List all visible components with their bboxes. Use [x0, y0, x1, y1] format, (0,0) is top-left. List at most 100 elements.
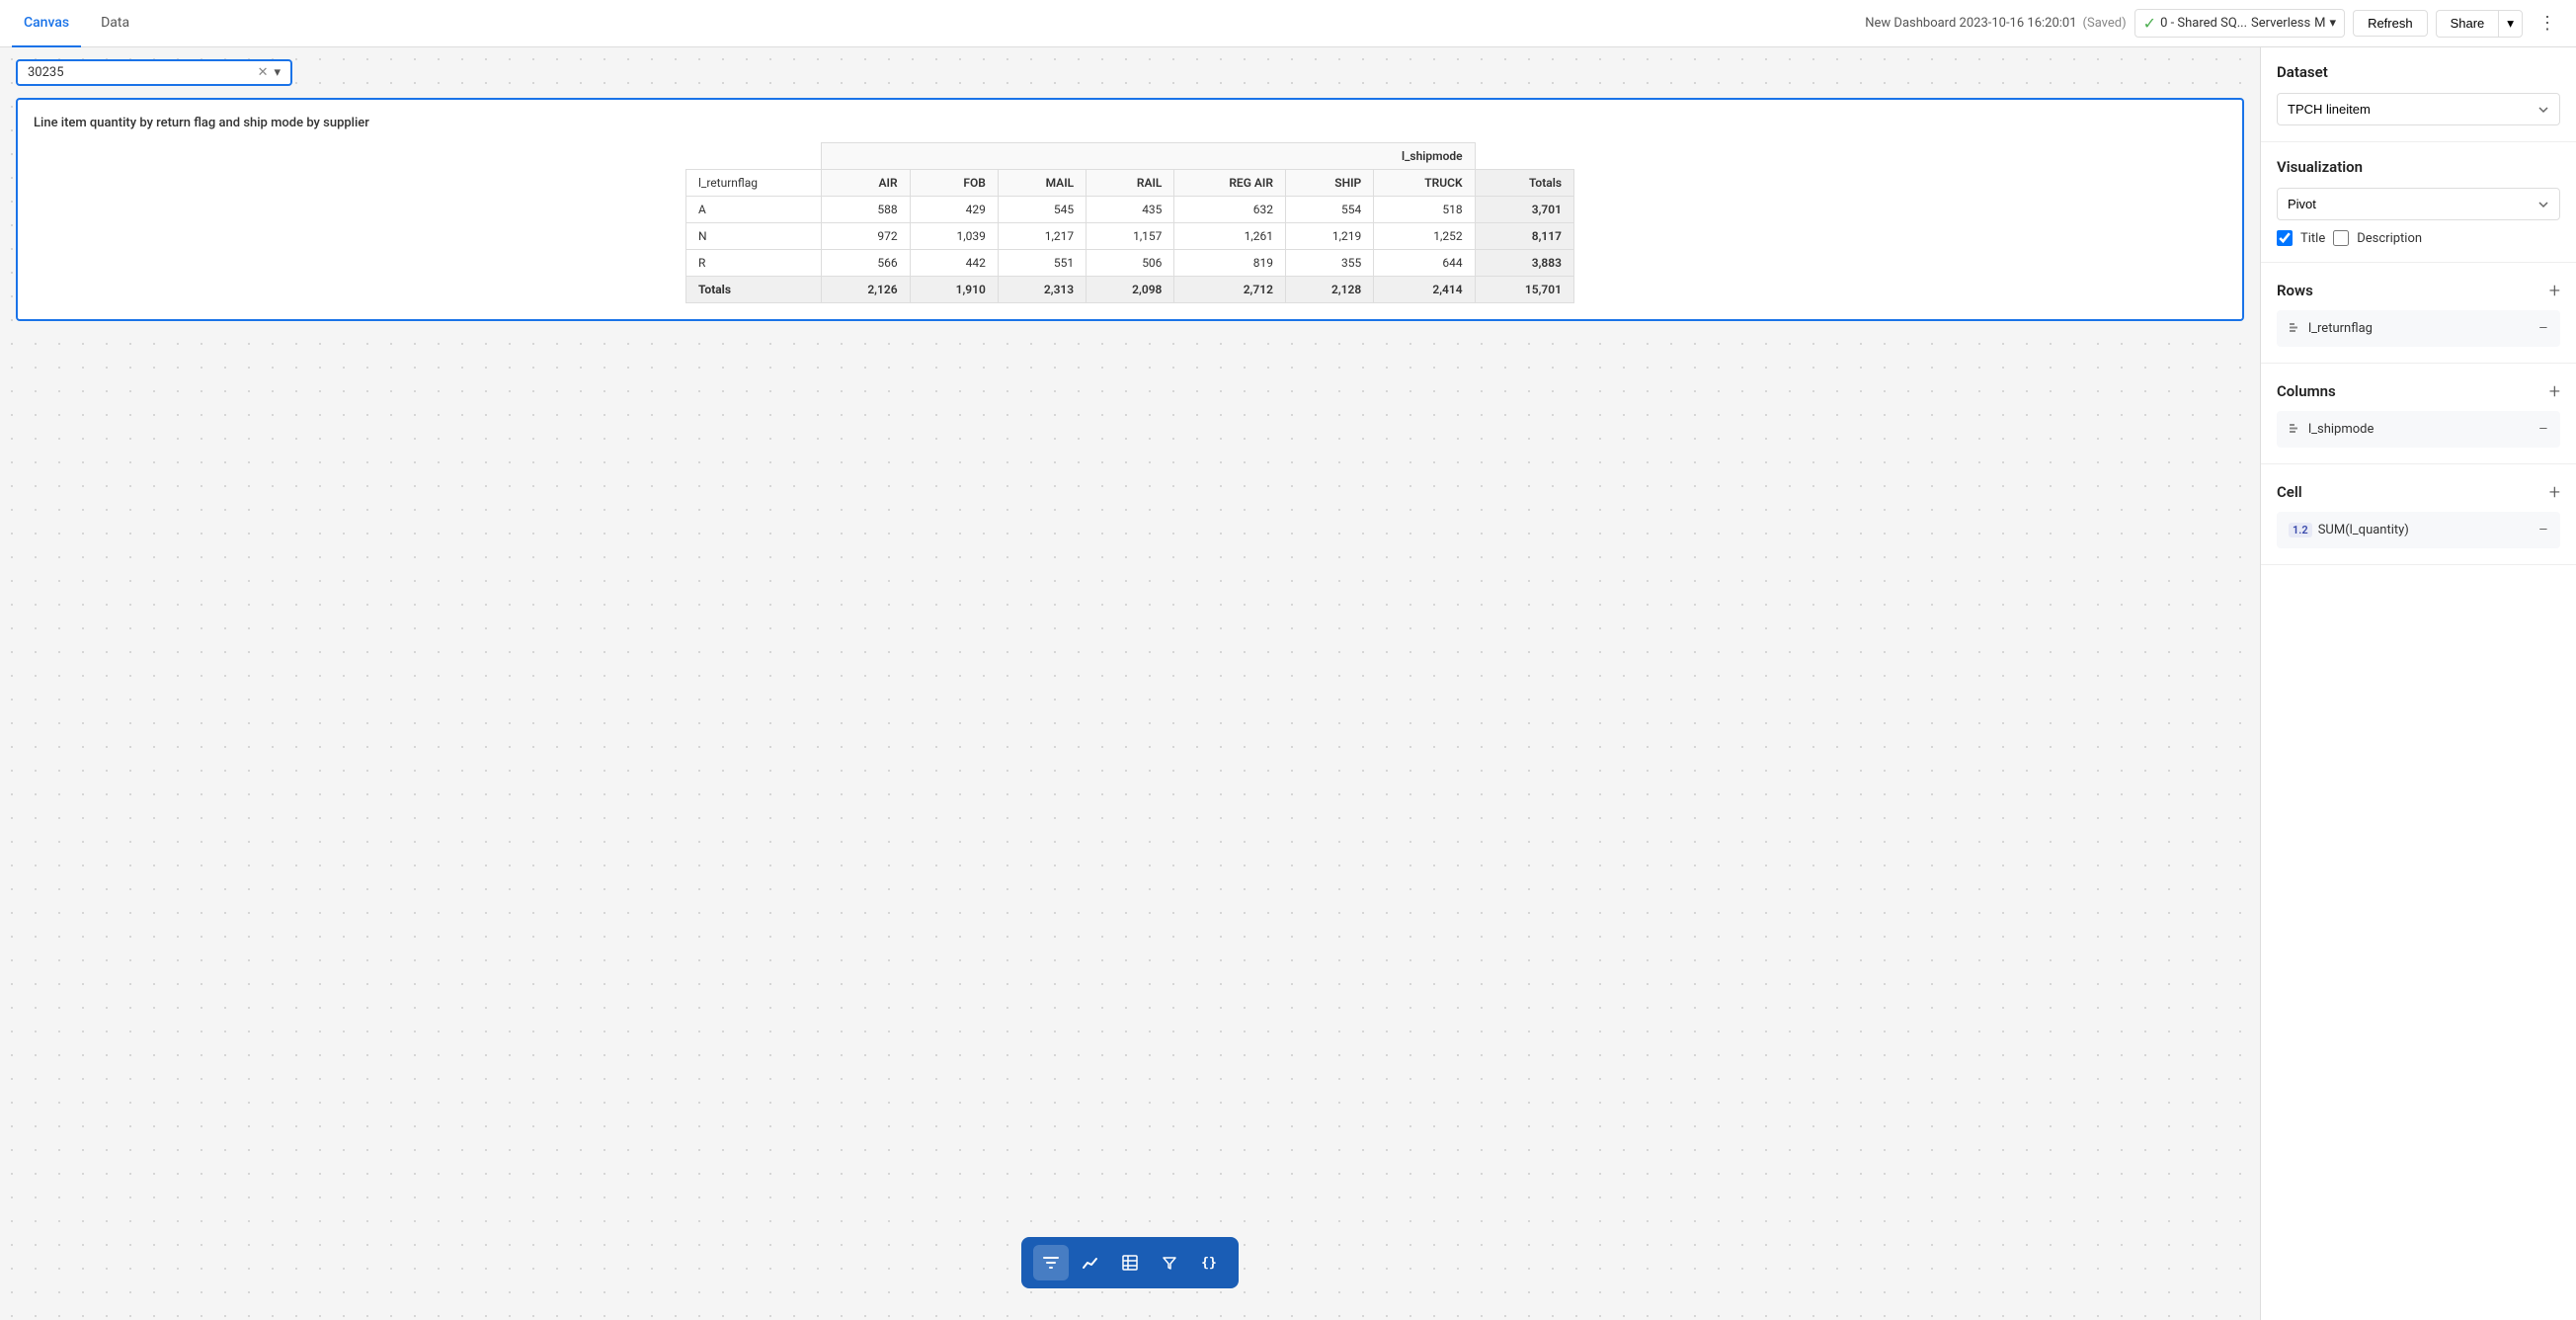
columns-item-label: l_shipmode — [2308, 422, 2374, 437]
description-checkbox[interactable] — [2333, 230, 2349, 246]
title-checkbox[interactable] — [2277, 230, 2293, 246]
cell-item-left: 1.2 SUM(l_quantity) — [2289, 523, 2409, 537]
totals-row-label: Totals — [686, 277, 822, 303]
col-regair-header: REG AIR — [1174, 170, 1286, 197]
filter-tag[interactable]: 30235 ✕ ▾ — [16, 59, 292, 86]
chart-title: Line item quantity by return flag and sh… — [34, 116, 2226, 130]
totals-regair: 2,712 — [1174, 277, 1286, 303]
columns-section: Columns + l_shipmode − — [2261, 364, 2576, 464]
toolbar-filter-btn[interactable] — [1033, 1245, 1069, 1280]
top-nav: Canvas Data New Dashboard 2023-10-16 16:… — [0, 0, 2576, 47]
col-group-header: l_shipmode — [822, 143, 1475, 170]
description-label: Description — [2357, 231, 2422, 246]
cell-section: Cell + 1.2 SUM(l_quantity) − — [2261, 464, 2576, 565]
dashboard-title: New Dashboard 2023-10-16 16:20:01 — [1865, 16, 2076, 31]
share-button[interactable]: Share — [2436, 10, 2499, 38]
columns-item-remove-button[interactable]: − — [2538, 419, 2548, 440]
dataset-label: Dataset — [2277, 63, 2560, 81]
columns-item: l_shipmode − — [2277, 411, 2560, 448]
col-totals-header: Totals — [1475, 170, 1573, 197]
rows-item: l_returnflag − — [2277, 310, 2560, 347]
filter-caret-icon[interactable]: ▾ — [274, 65, 281, 80]
col-air-header: AIR — [822, 170, 910, 197]
col-fob-header: FOB — [910, 170, 998, 197]
rows-label: Rows — [2277, 282, 2313, 299]
columns-item-left: l_shipmode — [2289, 421, 2374, 439]
bottom-toolbar: {} — [1021, 1237, 1239, 1288]
toolbar-chart-btn[interactable] — [1073, 1245, 1108, 1280]
table-row: A 588 429 545 435 632 554 518 3,701 — [686, 197, 1574, 223]
cell-rail: 1,157 — [1087, 223, 1174, 250]
cell-regair: 819 — [1174, 250, 1286, 277]
cell-ship: 554 — [1285, 197, 1373, 223]
toolbar-table-btn[interactable] — [1112, 1245, 1148, 1280]
filter-bar: 30235 ✕ ▾ — [0, 47, 2260, 94]
cell-rail: 506 — [1087, 250, 1174, 277]
rows-item-icon — [2289, 320, 2302, 338]
refresh-button[interactable]: Refresh — [2353, 10, 2428, 37]
cell-label: Cell — [2277, 483, 2302, 501]
totals-row: Totals 2,126 1,910 2,313 2,098 2,712 2,1… — [686, 277, 1574, 303]
cell-air: 566 — [822, 250, 910, 277]
cell-mail: 545 — [998, 197, 1086, 223]
dataset-select[interactable]: TPCH lineitem — [2277, 93, 2560, 125]
visualization-label: Visualization — [2277, 158, 2560, 176]
columns-add-button[interactable]: + — [2549, 379, 2560, 403]
rows-header: Rows + — [2277, 279, 2560, 302]
toolbar-filter2-btn[interactable] — [1152, 1245, 1187, 1280]
cell-mail: 551 — [998, 250, 1086, 277]
cell-fob: 442 — [910, 250, 998, 277]
share-caret-button[interactable]: ▾ — [2498, 10, 2523, 38]
saved-status: (Saved) — [2083, 16, 2127, 31]
visualization-select[interactable]: Pivot — [2277, 188, 2560, 220]
row-flag: R — [686, 250, 822, 277]
tab-canvas[interactable]: Canvas — [12, 0, 81, 47]
cell-air: 972 — [822, 223, 910, 250]
columns-header: Columns + — [2277, 379, 2560, 403]
columns-label: Columns — [2277, 382, 2336, 400]
row-flag: A — [686, 197, 822, 223]
cell-regair: 632 — [1174, 197, 1286, 223]
cell-mail: 1,217 — [998, 223, 1086, 250]
main-layout: 30235 ✕ ▾ Line item quantity by return f… — [0, 47, 2576, 1320]
cell-total: 8,117 — [1475, 223, 1573, 250]
cell-total: 3,883 — [1475, 250, 1573, 277]
connection-caret-icon: ▾ — [2330, 16, 2337, 31]
dataset-section: Dataset TPCH lineitem — [2261, 47, 2576, 142]
rows-add-button[interactable]: + — [2549, 279, 2560, 302]
cell-add-button[interactable]: + — [2549, 480, 2560, 504]
pivot-table: l_shipmode l_returnflag AIR FOB MAIL RAI… — [685, 142, 1574, 303]
col-truck-header: TRUCK — [1374, 170, 1475, 197]
title-row: Title Description — [2277, 230, 2560, 246]
tab-data[interactable]: Data — [89, 0, 141, 47]
row-flag: N — [686, 223, 822, 250]
visualization-section: Visualization Pivot Title Description — [2261, 142, 2576, 263]
title-label: Title — [2300, 231, 2325, 246]
cell-truck: 1,252 — [1374, 223, 1475, 250]
more-options-button[interactable]: ⋮ — [2531, 9, 2564, 38]
cell-total: 3,701 — [1475, 197, 1573, 223]
totals-truck: 2,414 — [1374, 277, 1475, 303]
col-mail-header: MAIL — [998, 170, 1086, 197]
connection-check-icon: ✓ — [2143, 14, 2156, 33]
toolbar-code-btn[interactable]: {} — [1191, 1245, 1227, 1280]
totals-air: 2,126 — [822, 277, 910, 303]
filter-clear-icon[interactable]: ✕ — [258, 65, 269, 80]
totals-ship: 2,128 — [1285, 277, 1373, 303]
canvas-area[interactable]: 30235 ✕ ▾ Line item quantity by return f… — [0, 47, 2260, 1320]
totals-rail: 2,098 — [1087, 277, 1174, 303]
cell-rail: 435 — [1087, 197, 1174, 223]
totals-mail: 2,313 — [998, 277, 1086, 303]
cell-item-label: SUM(l_quantity) — [2318, 523, 2409, 537]
cell-regair: 1,261 — [1174, 223, 1286, 250]
rows-item-left: l_returnflag — [2289, 320, 2373, 338]
rows-item-remove-button[interactable]: − — [2538, 318, 2548, 339]
connection-selector[interactable]: ✓ 0 - Shared SQ... Serverless M ▾ — [2134, 9, 2345, 38]
cell-header: Cell + — [2277, 480, 2560, 504]
connection-type: Serverless — [2251, 16, 2310, 31]
cell-item: 1.2 SUM(l_quantity) − — [2277, 512, 2560, 548]
rows-item-label: l_returnflag — [2308, 321, 2373, 336]
right-panel: Dataset TPCH lineitem Visualization Pivo… — [2260, 47, 2576, 1320]
cell-truck: 644 — [1374, 250, 1475, 277]
cell-item-remove-button[interactable]: − — [2538, 520, 2548, 540]
